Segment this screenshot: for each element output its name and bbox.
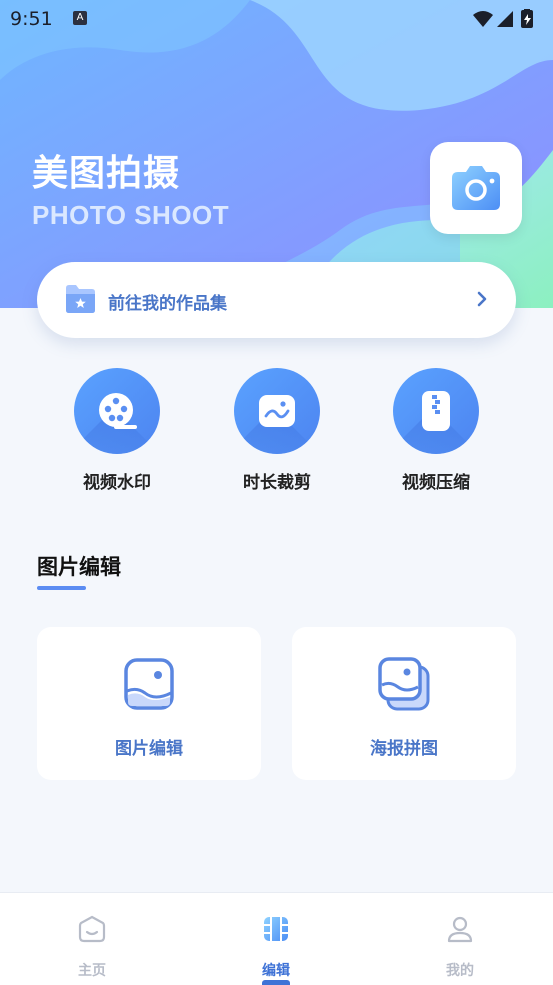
chevron-right-icon [477, 291, 487, 307]
film-reel-icon [99, 393, 137, 429]
home-icon [78, 915, 106, 943]
wifi-signal-battery-icon [473, 9, 533, 28]
tab-home[interactable]: 主页 [0, 893, 184, 985]
tool-duration-crop[interactable]: 时长裁剪 [222, 368, 332, 493]
folder-star-icon [66, 285, 95, 313]
status-time: 9:51 [10, 8, 53, 30]
profile-icon [447, 916, 473, 943]
section-title: 图片编辑 [37, 555, 121, 579]
card-label: 图片编辑 [115, 739, 183, 759]
poster-collage-icon [378, 657, 430, 711]
tool-label: 视频压缩 [402, 473, 470, 493]
app-subtitle: PHOTO SHOOT [32, 200, 230, 230]
card-label: 海报拼图 [370, 739, 438, 759]
section-underline [37, 586, 86, 590]
status-bar: 9:51 A [0, 0, 553, 38]
tool-label: 视频水印 [83, 473, 151, 493]
card-poster-collage[interactable]: 海报拼图 [292, 627, 516, 780]
tab-profile[interactable]: 我的 [368, 893, 552, 985]
tool-video-compress[interactable]: 视频压缩 [381, 368, 491, 493]
portfolio-link[interactable]: 前往我的作品集 [37, 262, 516, 338]
app-title: 美图拍摄 [32, 153, 181, 194]
active-tab-indicator [262, 980, 290, 985]
film-edit-icon [264, 917, 288, 941]
camera-icon [452, 166, 500, 210]
camera-button[interactable] [430, 142, 522, 234]
notification-a-icon: A [73, 11, 87, 25]
tool-circle [234, 368, 320, 454]
tab-label: 我的 [446, 963, 474, 979]
card-image-edit[interactable]: 图片编辑 [37, 627, 261, 780]
tool-video-watermark[interactable]: 视频水印 [62, 368, 172, 493]
tab-label: 编辑 [262, 963, 290, 979]
zip-file-icon [422, 391, 450, 431]
portfolio-label: 前往我的作品集 [108, 294, 227, 314]
tool-circle [393, 368, 479, 454]
tab-label: 主页 [78, 963, 106, 979]
tab-edit[interactable]: 编辑 [184, 893, 368, 985]
bottom-tab-bar: 主页 编辑 我的 [0, 892, 553, 985]
image-edit-icon [124, 658, 174, 710]
tool-circle [74, 368, 160, 454]
tool-label: 时长裁剪 [243, 473, 311, 493]
image-crop-icon [259, 395, 295, 427]
